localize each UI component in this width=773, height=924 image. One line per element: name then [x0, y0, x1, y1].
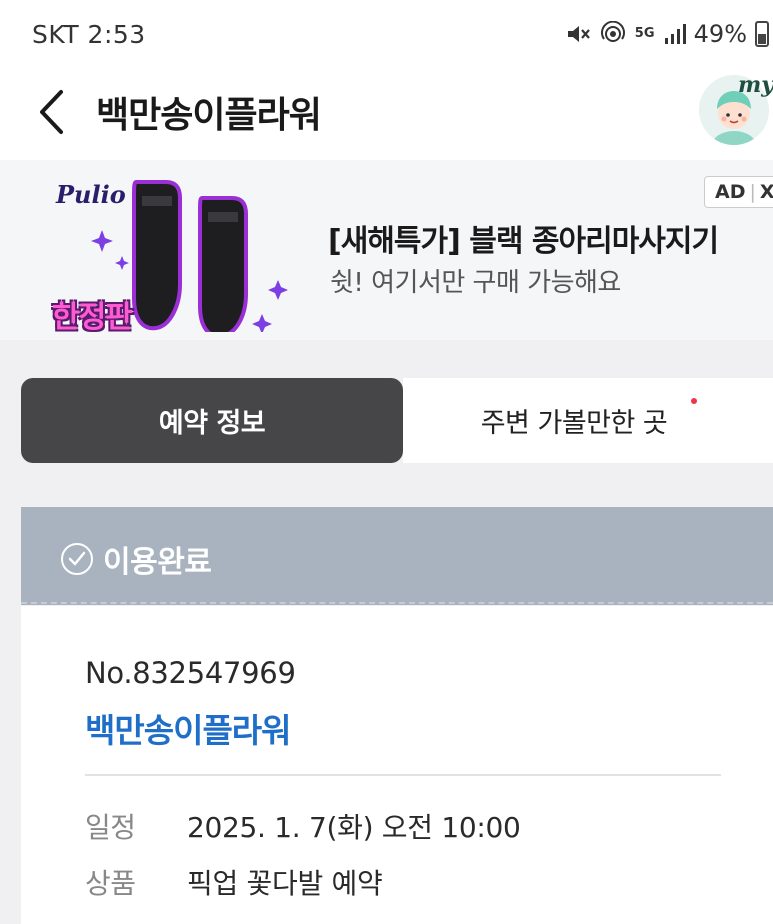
page-title: 백만송이플라워 — [96, 95, 322, 136]
hotspot-icon — [600, 21, 626, 47]
status-completed: 이용완료 — [61, 537, 212, 581]
reservation-status-header: 이용완료 — [21, 507, 773, 605]
info-label: 일정 — [85, 811, 136, 844]
ad-separator: | — [749, 181, 756, 203]
status-label: 이용완료 — [103, 545, 212, 580]
mute-icon — [566, 23, 592, 45]
network-5g-icon: 5G — [634, 26, 655, 41]
app-header: 백만송이플라워 my — [0, 72, 773, 160]
ad-subtitle[interactable]: 쉿! 여기서만 구매 가능해요 — [330, 262, 621, 299]
check-circle-icon — [61, 543, 93, 575]
info-row-schedule: 일정 2025. 1. 7(화) 오전 10:00 — [85, 806, 521, 846]
ad-product-image: Pulio 한정판 — [52, 176, 292, 335]
signal-icon — [664, 24, 686, 44]
info-label: 상품 — [85, 867, 136, 900]
status-icons: 5G 49% — [566, 20, 769, 48]
info-value: 픽업 꽃다발 예약 — [187, 867, 383, 900]
ad-label-button[interactable]: AD | X — [704, 176, 773, 208]
reservation-number: No.832547969 — [85, 656, 296, 690]
tab-reservation-info[interactable]: 예약 정보 — [21, 378, 403, 463]
battery-icon — [755, 21, 769, 47]
status-bar: SKT 2:53 5G 49% — [0, 0, 773, 72]
divider — [85, 774, 721, 776]
store-name-link[interactable]: 백만송이플라워 — [85, 704, 292, 752]
new-notification-dot — [691, 398, 697, 404]
ad-close-icon[interactable]: X — [760, 181, 773, 203]
carrier-time: SKT 2:53 — [32, 20, 146, 49]
battery-percent: 49% — [693, 20, 747, 48]
ad-title[interactable]: [새해특가] 블랙 종아리마사지기 — [328, 216, 719, 260]
avatar-my-label: my — [738, 72, 773, 98]
ad-label: AD — [715, 181, 746, 203]
segmented-tabs: 예약 정보 주변 가볼만한 곳 — [21, 378, 773, 463]
info-value: 2025. 1. 7(화) 오전 10:00 — [187, 811, 521, 844]
ad-limited-badge: 한정판 — [52, 300, 133, 335]
reservation-card: No.832547969 백만송이플라워 일정 2025. 1. 7(화) 오전… — [21, 606, 773, 924]
tab-nearby-places-label: 주변 가볼만한 곳 — [480, 408, 668, 439]
tab-nearby-places[interactable]: 주변 가볼만한 곳 — [403, 378, 773, 463]
ad-brand-logo: Pulio — [56, 180, 126, 209]
chevron-left-icon — [40, 90, 63, 134]
info-row-product: 상품 픽업 꽃다발 예약 — [85, 862, 383, 902]
back-button[interactable] — [26, 86, 78, 138]
